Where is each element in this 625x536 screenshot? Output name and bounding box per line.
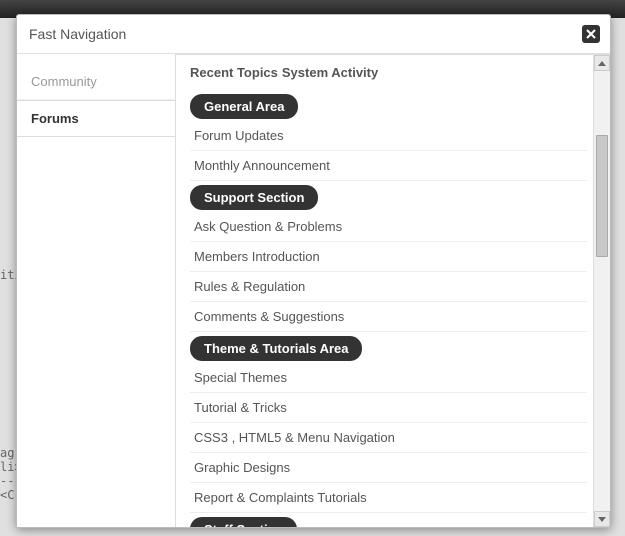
top-links: Recent Topics System Activity [190,65,587,80]
modal-title: Fast Navigation [29,26,582,42]
fast-navigation-modal: Fast Navigation CommunityForums Recent T… [16,14,611,528]
scroll-down-button[interactable] [594,511,610,527]
section-header[interactable]: Staff Section [190,517,297,527]
forum-link[interactable]: Comments & Suggestions [190,302,587,332]
forum-link[interactable]: Graphic Designs [190,453,587,483]
forum-link[interactable]: Members Introduction [190,242,587,272]
forum-link[interactable]: Report & Complaints Tutorials [190,483,587,513]
forum-link[interactable]: Monthly Announcement [190,151,587,181]
section-header[interactable]: General Area [190,94,298,119]
close-button[interactable] [582,25,600,43]
forum-link[interactable]: Ask Question & Problems [190,212,587,242]
close-icon [586,29,596,39]
sidebar-item-community[interactable]: Community [17,64,175,100]
top-link[interactable]: Recent Topics [190,65,278,80]
section-header[interactable]: Support Section [190,185,318,210]
sidebar: CommunityForums [17,54,175,527]
section-header[interactable]: Theme & Tutorials Area [190,336,362,361]
sidebar-item-forums[interactable]: Forums [17,100,175,137]
forum-link[interactable]: CSS3 , HTML5 & Menu Navigation [190,423,587,453]
forum-link[interactable]: Special Themes [190,363,587,393]
modal-header: Fast Navigation [17,15,610,54]
scrollbar[interactable] [593,55,610,527]
forum-link[interactable]: Rules & Regulation [190,272,587,302]
content-panel: Recent Topics System Activity General Area… [175,54,610,527]
forum-link[interactable]: Forum Updates [190,121,587,151]
content-scroll: Recent Topics System Activity General Area… [176,55,593,527]
scroll-thumb[interactable] [596,135,608,257]
forum-link[interactable]: Tutorial & Tricks [190,393,587,423]
scroll-up-button[interactable] [594,55,610,71]
top-link[interactable]: System Activity [282,65,378,80]
modal-body: CommunityForums Recent Topics System Acti… [17,54,610,527]
